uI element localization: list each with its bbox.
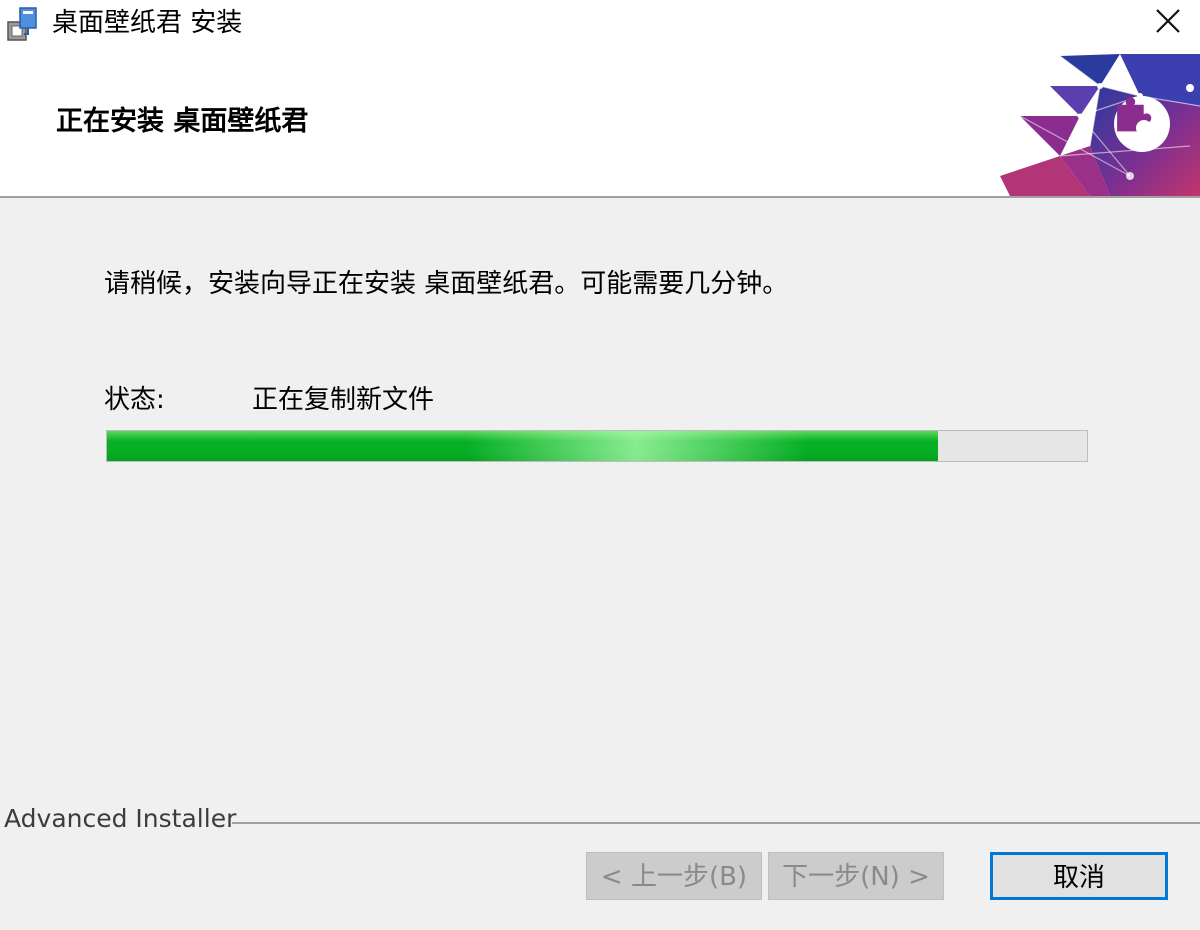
header-divider [0, 196, 1200, 198]
header-panel: 正在安装 桌面壁纸君 [0, 46, 1200, 196]
footer-divider [232, 822, 1200, 824]
status-value: 正在复制新文件 [252, 385, 435, 415]
cancel-button[interactable]: 取消 [990, 852, 1168, 900]
close-button[interactable] [1136, 0, 1200, 46]
installer-icon [2, 4, 42, 44]
back-button[interactable]: < 上一步(B) [586, 852, 762, 900]
install-message: 请稍候，安装向导正在安装 桌面壁纸君。可能需要几分钟。 [104, 269, 789, 299]
window-title: 桌面壁纸君 安装 [52, 8, 243, 38]
progress-bar-fill [107, 431, 939, 461]
puzzle-banner-icon [990, 46, 1200, 196]
page-title: 正在安装 桌面壁纸君 [56, 106, 309, 137]
next-button[interactable]: 下一步(N) > [768, 852, 944, 900]
brand-label: Advanced Installer [4, 802, 245, 836]
status-label: 状态: [104, 385, 165, 415]
progress-shine [467, 431, 807, 461]
title-bar: 桌面壁纸君 安装 [0, 0, 1200, 46]
progress-bar [106, 430, 1088, 462]
close-icon [1155, 8, 1181, 38]
